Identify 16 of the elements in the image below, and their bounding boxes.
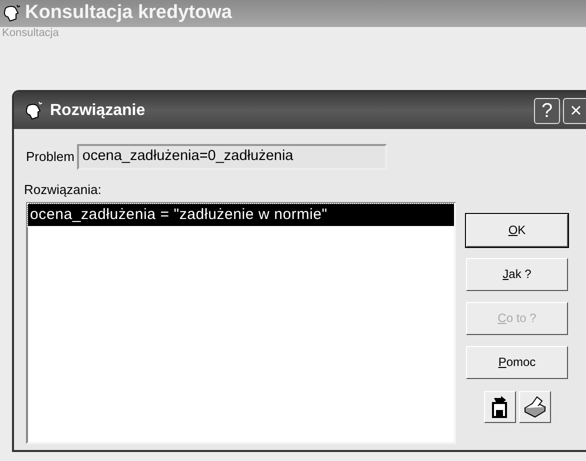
list-item[interactable]: ocena_zadłużenia = "zadłużenie w normie": [28, 204, 454, 226]
list-label: Rozwiązania:: [24, 182, 102, 197]
field-label: Problem: [26, 148, 74, 166]
print-button[interactable]: [518, 390, 550, 422]
close-button[interactable]: ×: [563, 98, 586, 124]
window-title: Konsultacja kredytowa: [25, 1, 232, 26]
dialog-button[interactable]: Pomoc: [466, 346, 568, 378]
save-button[interactable]: [484, 390, 516, 422]
dialog-button[interactable]: Jak ?: [466, 258, 568, 290]
problem-field[interactable]: ocena_zadłużenia=0_zadłużenia: [77, 144, 388, 170]
dialog-title: Rozwiązanie: [50, 100, 146, 120]
dialog-button[interactable]: OK: [466, 214, 568, 246]
head-icon: [24, 100, 44, 120]
head-icon: [2, 4, 22, 24]
printer-icon: [522, 394, 548, 418]
help-button[interactable]: ?: [534, 98, 560, 124]
